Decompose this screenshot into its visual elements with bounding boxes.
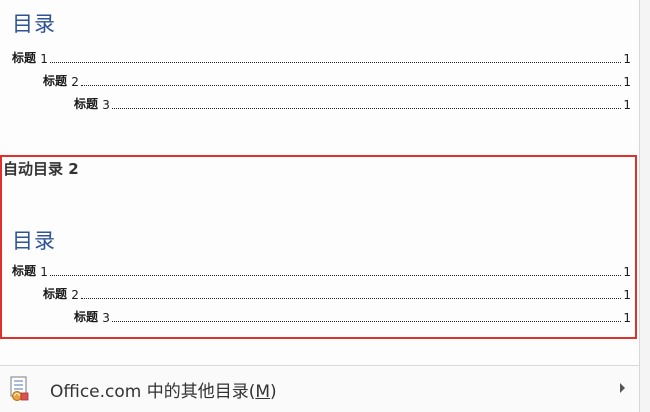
toc-entry-number: 1 — [40, 265, 48, 279]
toc-page-number: 1 — [623, 311, 631, 325]
toc-page-number: 1 — [623, 265, 631, 279]
toc-page-number: 1 — [623, 75, 631, 89]
toc-page-number: 1 — [623, 288, 631, 302]
toc-entry-label: 标题 — [74, 97, 103, 111]
more-tocs-text: Office.com 中的其他目录( — [50, 382, 256, 402]
toc-entry-level-2: 标题 2 1 — [0, 286, 631, 302]
toc-entry-label: 标题 — [12, 51, 41, 65]
toc-entry-label: 标题 — [74, 310, 103, 324]
toc-entry-label: 标题 — [12, 264, 41, 278]
toc-entry-number: 2 — [71, 288, 79, 302]
toc-page-number: 1 — [623, 98, 631, 112]
toc-entry-level-3: 标题 3 1 — [0, 309, 631, 325]
dot-leader — [111, 107, 622, 109]
toc-entry-number: 3 — [102, 98, 110, 112]
toc-entry-level-3: 标题 3 1 — [0, 96, 631, 112]
toc-entry-level-2: 标题 2 1 — [0, 73, 631, 89]
toc-entry-number: 1 — [40, 52, 48, 66]
dot-leader — [111, 320, 622, 322]
gallery-item-title: 自动目录 2 — [3, 160, 79, 178]
toc-page-number: 1 — [623, 52, 631, 66]
toc-entry-number: 3 — [102, 311, 110, 325]
toc-entry-label: 标题 — [43, 74, 72, 88]
dot-leader — [80, 84, 622, 86]
more-tocs-menu-item[interactable]: Office.com 中的其他目录(M) — [0, 365, 639, 412]
dot-leader — [49, 274, 622, 276]
submenu-arrow-icon — [620, 383, 625, 393]
scrollbar-track[interactable] — [639, 0, 650, 412]
toc-entry-label: 标题 — [43, 287, 72, 301]
more-tocs-label: Office.com 中的其他目录(M) — [50, 377, 277, 402]
toc-heading: 目录 — [12, 12, 56, 36]
office-toc-icon — [10, 376, 29, 401]
dot-leader — [49, 61, 622, 63]
toc-gallery-panel: 目录 标题 1 1 标题 2 1 标题 3 1 自动目录 2 目录 标题 1 1… — [0, 0, 639, 412]
more-tocs-close: ) — [270, 382, 277, 402]
dot-leader — [80, 297, 622, 299]
toc-heading: 目录 — [12, 229, 56, 253]
toc-entry-level-1: 标题 1 1 — [0, 50, 631, 66]
toc-entry-level-1: 标题 1 1 — [0, 263, 631, 279]
toc-entry-number: 2 — [71, 75, 79, 89]
accelerator-key: M — [255, 382, 271, 402]
